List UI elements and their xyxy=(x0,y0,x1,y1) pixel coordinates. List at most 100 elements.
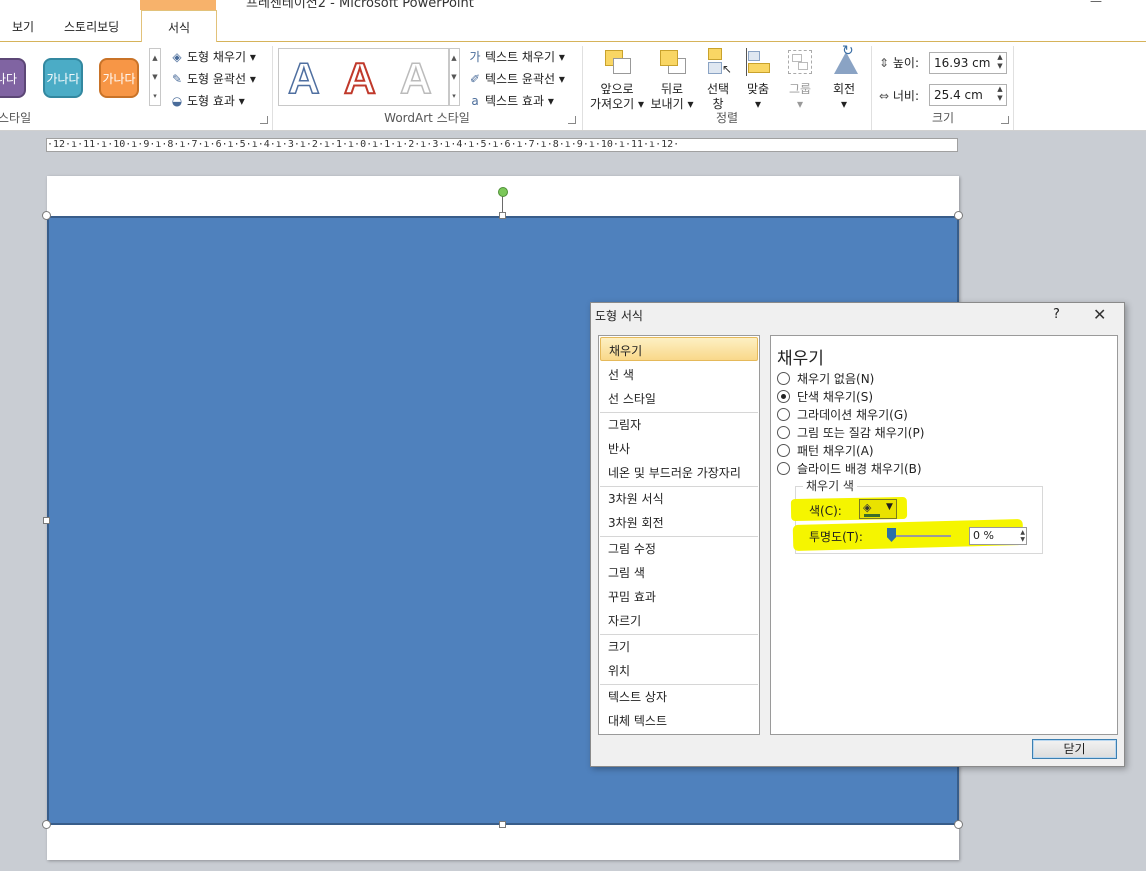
text-fill-button[interactable]: 가 텍스트 채우기 ▾ xyxy=(468,48,564,65)
dialog-title: 도형 서식 xyxy=(595,309,643,323)
radio-pattern-fill[interactable]: 패턴 채우기(A) xyxy=(777,442,874,459)
color-label: 색(C): xyxy=(809,504,842,518)
shape-styles-label: 스타일 xyxy=(0,111,32,125)
nav-item-shadow[interactable]: 그림자 xyxy=(600,412,758,436)
group-icon xyxy=(786,48,814,76)
shape-styles-group: 나다 가나다 가나다 ▲ ▼ ▾ ◈ 도형 채우기 ▾ ✎ 도형 윤곽선 ▾ ◒ 도형 효… xyxy=(0,44,272,128)
nav-item-picture-color[interactable]: 그림 색 xyxy=(600,560,758,584)
radio-button xyxy=(777,390,790,403)
width-row: ⇔ 너비: xyxy=(879,89,920,103)
nav-item-size[interactable]: 크기 xyxy=(600,634,758,658)
wordart-gallery-scroll[interactable]: ▲ ▼ ▾ xyxy=(448,48,460,106)
transparency-slider-track[interactable] xyxy=(889,535,951,537)
size-group-label: 크기 xyxy=(931,111,955,125)
radio-button xyxy=(777,462,790,475)
shape-fill-button[interactable]: ◈ 도형 채우기 ▾ xyxy=(170,48,255,65)
close-icon[interactable]: ✕ xyxy=(1093,305,1106,324)
close-button[interactable]: 닫기 xyxy=(1032,739,1117,759)
wordart-group: A A A ▲ ▼ ▾ 가 텍스트 채우기 ▾ ✐ 텍스트 윤곽선 ▾ a 텍스트 효과 … xyxy=(274,44,580,128)
help-icon[interactable]: ? xyxy=(1053,307,1060,322)
wordart-sample-outline[interactable]: A xyxy=(287,53,320,104)
tab-view[interactable]: 보기 xyxy=(12,18,34,35)
nav-item-artistic-effects[interactable]: 꾸밈 효과 xyxy=(600,584,758,608)
shape-style-orange[interactable]: 가나다 xyxy=(99,58,139,98)
radio-button xyxy=(777,408,790,421)
shape-effects-button[interactable]: ◒ 도형 효과 ▾ xyxy=(170,92,245,109)
resize-handle-top[interactable] xyxy=(499,212,506,219)
send-backward-button[interactable]: 뒤로 보내기 ▾ xyxy=(646,48,698,112)
format-shape-dialog: 도형 서식 ? ✕ 채우기 선 색 선 스타일 그림자 반사 네온 및 부드러운… xyxy=(590,302,1125,767)
wordart-group-label: WordArt 스타일 xyxy=(384,111,470,125)
nav-item-text-box[interactable]: 텍스트 상자 xyxy=(600,684,758,708)
align-icon xyxy=(744,48,772,76)
height-spinner[interactable]: ▲ ▼ xyxy=(994,53,1006,73)
minimize-icon[interactable]: — xyxy=(1090,0,1102,8)
group-divider xyxy=(582,46,583,130)
group-button[interactable]: 그룹 ▾ xyxy=(780,48,820,112)
text-outline-button[interactable]: ✐ 텍스트 윤곽선 ▾ xyxy=(468,70,565,87)
radio-solid-fill[interactable]: 단색 채우기(S) xyxy=(777,388,873,405)
arrange-group: 앞으로 가져오기 ▾ 뒤로 보내기 ▾ ↖ 선택 창 맞춤 ▾ 그룹 ▾ ↻ 회전 ▾ 정렬 xyxy=(584,44,870,128)
text-fill-icon: 가 xyxy=(469,50,481,64)
fill-color-group-label: 채우기 색 xyxy=(803,477,857,494)
size-group: ⇕ 높이: 16.93 cm ▲ ▼ ⇔ 너비: 25.4 cm ▲ ▼ 크기 xyxy=(873,44,1013,128)
width-spinner[interactable]: ▲ ▼ xyxy=(994,85,1006,105)
resize-handle-left[interactable] xyxy=(43,517,50,524)
nav-item-3d-format[interactable]: 3차원 서식 xyxy=(600,486,758,510)
wordart-sample-gray[interactable]: A xyxy=(399,53,432,104)
text-effects-icon: a xyxy=(471,94,479,108)
shape-outline-button[interactable]: ✎ 도형 윤곽선 ▾ xyxy=(170,70,256,87)
tab-format[interactable]: 서식 xyxy=(141,10,217,43)
rotation-handle[interactable] xyxy=(498,187,508,197)
group-divider xyxy=(871,46,872,130)
resize-handle-bottom[interactable] xyxy=(499,821,506,828)
fill-panel: 채우기 채우기 없음(N) 단색 채우기(S) 그라데이션 채우기(G) 그림 … xyxy=(770,335,1118,735)
nav-item-line-color[interactable]: 선 색 xyxy=(600,362,758,386)
tab-storyboarding[interactable]: 스토리보딩 xyxy=(64,18,119,35)
radio-gradient-fill[interactable]: 그라데이션 채우기(G) xyxy=(777,406,908,423)
radio-slide-background-fill[interactable]: 슬라이드 배경 채우기(B) xyxy=(777,460,922,477)
rotate-button[interactable]: ↻ 회전 ▾ xyxy=(822,44,866,112)
chevron-down-icon: ▼ xyxy=(886,502,893,512)
shape-style-aqua[interactable]: 가나다 xyxy=(43,58,83,98)
dialog-launcher-icon[interactable] xyxy=(1001,116,1009,124)
radio-picture-texture-fill[interactable]: 그림 또는 질감 채우기(P) xyxy=(777,424,924,441)
resize-handle-bottom-left[interactable] xyxy=(42,820,51,829)
arrange-group-label: 정렬 xyxy=(715,111,739,125)
nav-item-3d-rotation[interactable]: 3차원 회전 xyxy=(600,510,758,534)
nav-item-crop[interactable]: 자르기 xyxy=(600,608,758,632)
paint-bucket-icon: ◈ xyxy=(172,50,182,64)
radio-no-fill[interactable]: 채우기 없음(N) xyxy=(777,370,874,387)
ribbon-tabs: 보기 스토리보딩 서식 xyxy=(0,0,1146,43)
horizontal-ruler: ·12·ı·11·ı·10·ı·9·ı·8·ı·7·ı·6·ı·5·ı·4·ı·… xyxy=(46,138,958,152)
rotate-icon: ↻ xyxy=(830,44,858,76)
transparency-spinner[interactable]: ▲ ▼ xyxy=(1020,529,1025,543)
dialog-launcher-icon[interactable] xyxy=(260,116,268,124)
selection-pane-button[interactable]: ↖ 선택 창 xyxy=(698,48,738,112)
align-button[interactable]: 맞춤 ▾ xyxy=(738,48,778,112)
nav-item-line-style[interactable]: 선 스타일 xyxy=(600,386,758,410)
gallery-scroll[interactable]: ▲ ▼ ▾ xyxy=(149,48,161,106)
dialog-launcher-icon[interactable] xyxy=(568,116,576,124)
nav-item-picture-corrections[interactable]: 그림 수정 xyxy=(600,536,758,560)
shape-style-purple[interactable]: 나다 xyxy=(0,58,26,98)
width-input[interactable]: 25.4 cm ▲ ▼ xyxy=(929,84,1007,106)
nav-item-glow-soft-edges[interactable]: 네온 및 부드러운 가장자리 xyxy=(600,460,758,484)
resize-handle-top-right[interactable] xyxy=(954,211,963,220)
nav-item-position[interactable]: 위치 xyxy=(600,658,758,682)
nav-item-fill[interactable]: 채우기 xyxy=(600,337,758,361)
transparency-input[interactable]: 0 % ▲ ▼ xyxy=(969,527,1027,545)
resize-handle-top-left[interactable] xyxy=(42,211,51,220)
nav-item-reflection[interactable]: 반사 xyxy=(600,436,758,460)
height-input[interactable]: 16.93 cm ▲ ▼ xyxy=(929,52,1007,74)
nav-item-alt-text[interactable]: 대체 텍스트 xyxy=(600,708,758,732)
resize-handle-bottom-right[interactable] xyxy=(954,820,963,829)
window-title: 프레젠테이션2 - Microsoft PowerPoint xyxy=(246,0,474,10)
group-divider xyxy=(1013,46,1014,130)
bring-forward-button[interactable]: 앞으로 가져오기 ▾ xyxy=(588,48,646,112)
height-row: ⇕ 높이: xyxy=(879,56,920,70)
color-picker-button[interactable]: ◈ ▼ xyxy=(859,499,897,519)
text-effects-button[interactable]: a 텍스트 효과 ▾ xyxy=(468,92,554,109)
radio-button xyxy=(777,444,790,457)
wordart-sample-red[interactable]: A xyxy=(343,53,377,104)
